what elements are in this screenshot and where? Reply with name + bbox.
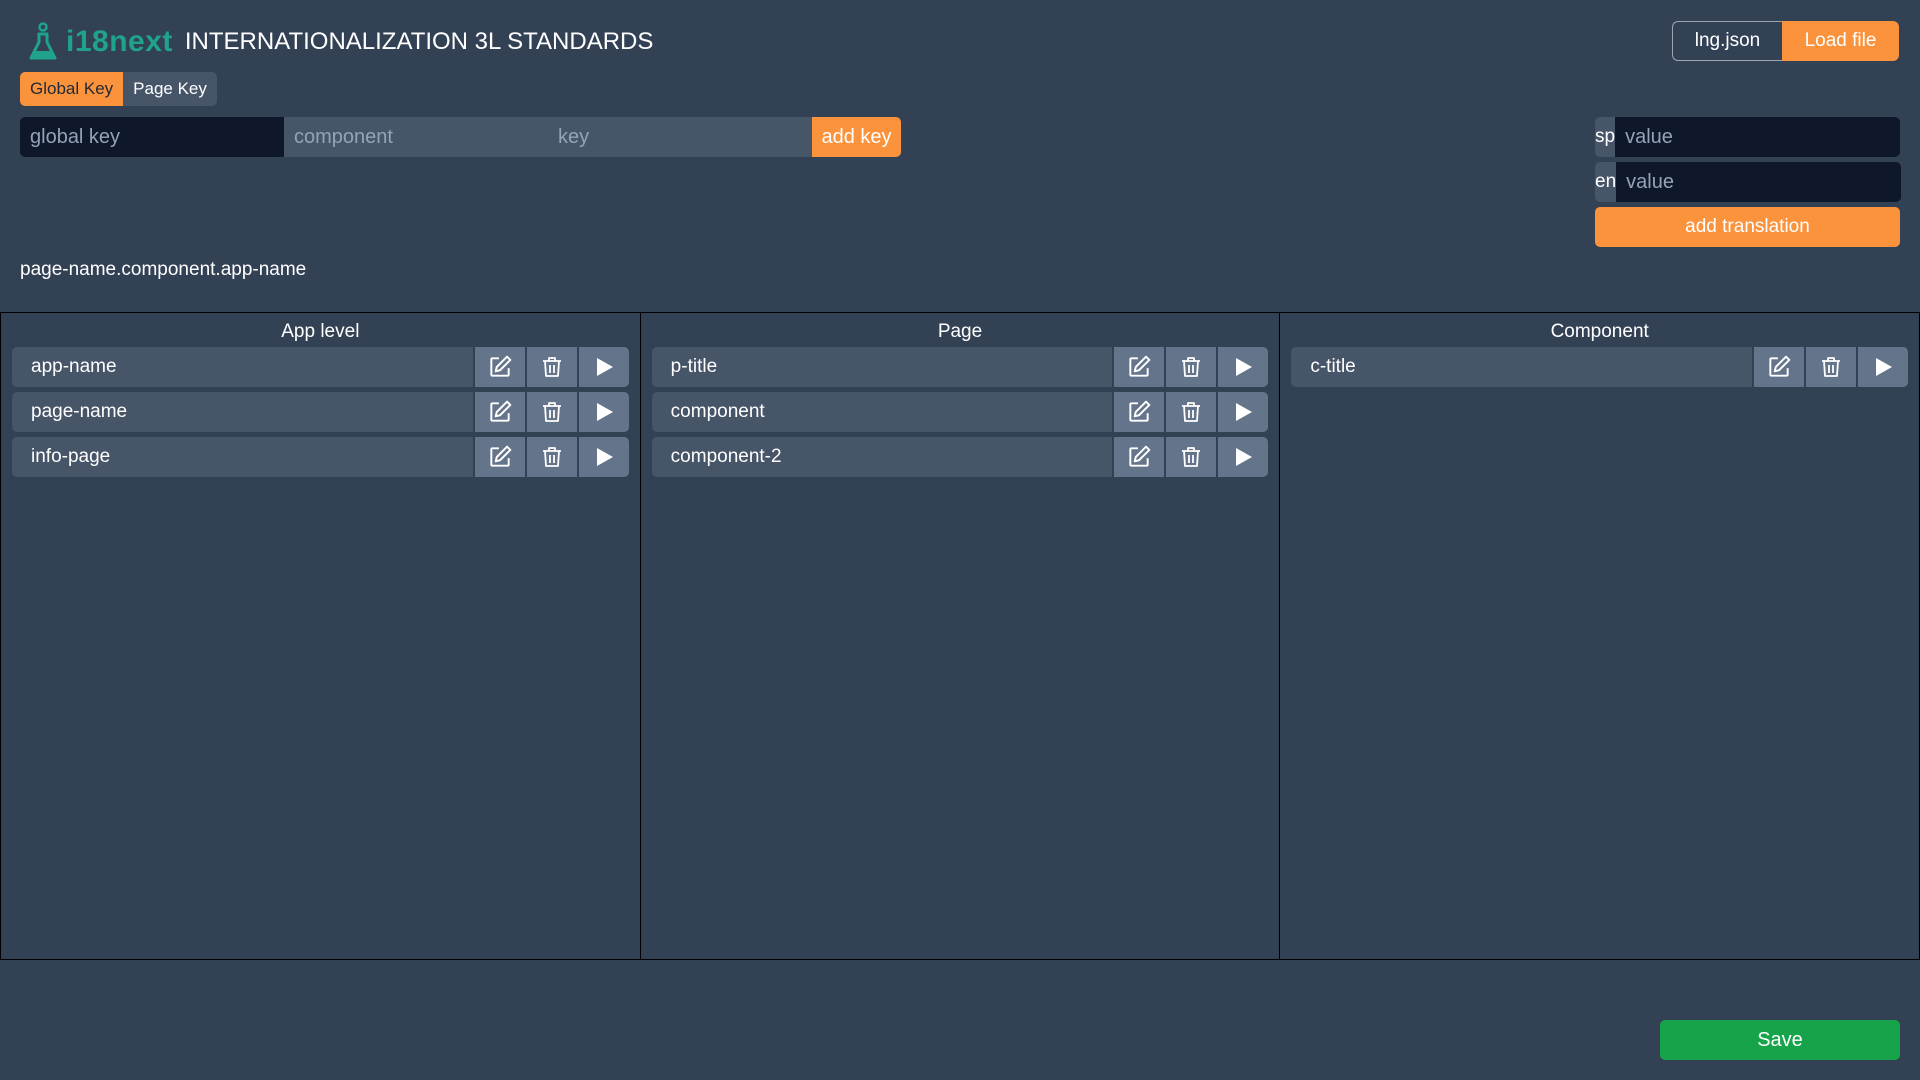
item-label[interactable]: component — [652, 392, 1113, 432]
edit-button[interactable] — [1112, 437, 1165, 477]
delete-button[interactable] — [1804, 347, 1857, 387]
edit-icon — [490, 400, 511, 422]
translation-row-sp: sp — [1595, 117, 1901, 157]
trash-icon — [542, 402, 561, 422]
translation-form: sp en add translation — [1595, 117, 1902, 247]
edit-button[interactable] — [472, 437, 525, 477]
key-type-tabs: Global Key Page Key — [20, 72, 217, 106]
key-input[interactable] — [548, 117, 812, 157]
list-item: app-name — [12, 347, 629, 387]
add-key-form: add key — [20, 117, 901, 157]
list-item: component — [651, 392, 1269, 432]
tab-global-key[interactable]: Global Key — [20, 72, 124, 106]
edit-icon — [490, 445, 511, 467]
item-label[interactable]: page-name — [12, 392, 473, 432]
translation-value-sp-input[interactable] — [1615, 117, 1901, 157]
open-button[interactable] — [1856, 347, 1909, 387]
trash-icon — [542, 447, 561, 467]
edit-button[interactable] — [472, 347, 525, 387]
flask-icon — [29, 22, 57, 60]
item-label[interactable]: info-page — [12, 437, 473, 477]
item-label[interactable]: c-title — [1291, 347, 1752, 387]
translation-row-en: en — [1595, 162, 1902, 202]
edit-button[interactable] — [1112, 347, 1165, 387]
load-file-button[interactable]: Load file — [1782, 21, 1899, 61]
column-page: Page p-title component component-2 — [639, 312, 1280, 960]
edit-button[interactable] — [1752, 347, 1805, 387]
edit-icon — [1769, 355, 1791, 377]
delete-button[interactable] — [1164, 347, 1217, 387]
list-item: page-name — [12, 392, 629, 432]
open-button[interactable] — [576, 437, 629, 477]
global-key-input[interactable] — [20, 117, 284, 157]
current-key-path: page-name.component.app-name — [20, 259, 307, 280]
play-icon — [596, 358, 613, 376]
delete-button[interactable] — [524, 437, 577, 477]
trash-icon — [1182, 402, 1201, 422]
edit-icon — [490, 355, 511, 377]
play-icon — [596, 448, 613, 466]
save-button[interactable]: Save — [1660, 1020, 1900, 1060]
edit-icon — [1129, 400, 1151, 422]
trash-icon — [542, 357, 561, 377]
tab-page-key[interactable]: Page Key — [123, 72, 217, 106]
column-component: Component c-title — [1279, 312, 1920, 960]
delete-button[interactable] — [524, 392, 577, 432]
delete-button[interactable] — [1164, 437, 1217, 477]
trash-icon — [1822, 357, 1841, 377]
app-header: i18next INTERNATIONALIZATION 3L STANDARD… — [28, 20, 653, 64]
open-button[interactable] — [576, 392, 629, 432]
trash-icon — [1182, 447, 1201, 467]
column-app-level: App level app-name page-name info-page — [0, 312, 640, 960]
delete-button[interactable] — [1164, 392, 1217, 432]
open-button[interactable] — [1216, 392, 1269, 432]
item-label[interactable]: component-2 — [652, 437, 1113, 477]
add-translation-button[interactable]: add translation — [1595, 207, 1900, 247]
edit-icon — [1129, 445, 1151, 467]
open-button[interactable] — [1216, 347, 1269, 387]
language-code-en: en — [1595, 162, 1617, 202]
key-columns: App level app-name page-name info-page P… — [0, 312, 1920, 960]
item-label[interactable]: app-name — [12, 347, 473, 387]
trash-icon — [1182, 357, 1201, 377]
column-title: Component — [1550, 321, 1649, 342]
list-item: component-2 — [651, 437, 1269, 477]
play-icon — [1236, 448, 1253, 466]
file-name-label: lng.json — [1672, 21, 1782, 61]
component-input[interactable] — [284, 117, 548, 157]
play-icon — [1876, 358, 1893, 376]
list-item: c-title — [1291, 347, 1909, 387]
play-icon — [596, 403, 613, 421]
column-title: Page — [937, 321, 983, 342]
translation-value-en-input[interactable] — [1616, 162, 1902, 202]
column-title: App level — [281, 321, 360, 342]
delete-button[interactable] — [524, 347, 577, 387]
open-button[interactable] — [1216, 437, 1269, 477]
edit-button[interactable] — [1112, 392, 1165, 432]
file-controls: lng.json Load file — [1672, 21, 1899, 61]
language-code-sp: sp — [1595, 117, 1616, 157]
page-title: INTERNATIONALIZATION 3L STANDARDS — [184, 28, 654, 55]
play-icon — [1236, 403, 1253, 421]
item-label[interactable]: p-title — [652, 347, 1113, 387]
edit-icon — [1129, 355, 1151, 377]
list-item: p-title — [651, 347, 1269, 387]
play-icon — [1236, 358, 1253, 376]
open-button[interactable] — [576, 347, 629, 387]
list-item: info-page — [12, 437, 629, 477]
edit-button[interactable] — [472, 392, 525, 432]
add-key-button[interactable]: add key — [812, 117, 901, 157]
brand-name: i18next — [66, 25, 173, 58]
